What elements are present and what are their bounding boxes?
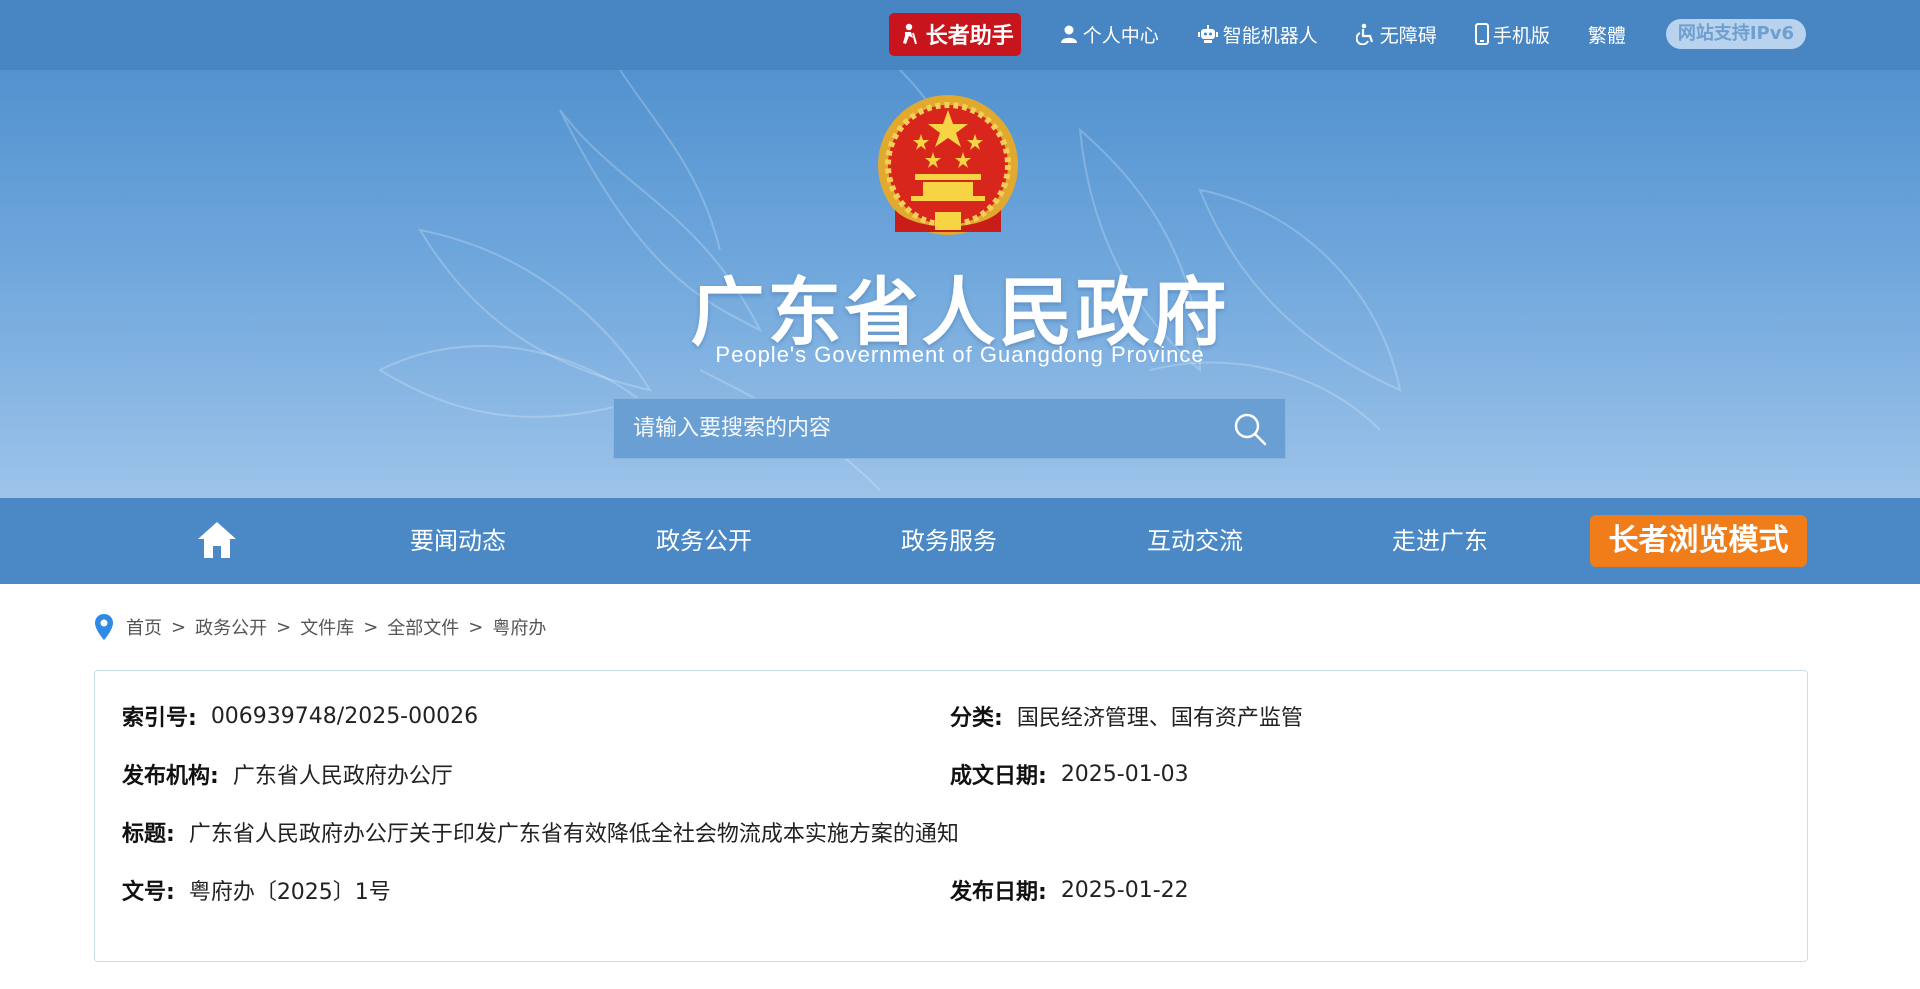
docno-row: 文号: 粤府办〔2025〕1号 bbox=[122, 875, 391, 905]
site-subtitle: People's Government of Guangdong Provinc… bbox=[715, 342, 1205, 367]
published-date-label: 发布日期: bbox=[950, 880, 1047, 905]
index-label: 索引号: bbox=[122, 706, 197, 731]
elder-mode-button[interactable]: 长者浏览模式 bbox=[1590, 515, 1807, 567]
category-label: 分类: bbox=[950, 706, 1003, 731]
breadcrumb-separator: > bbox=[171, 616, 187, 638]
mobile-icon bbox=[1474, 23, 1489, 45]
breadcrumb-all-docs[interactable]: 全部文件 bbox=[387, 614, 459, 640]
nav-item-gov-affairs[interactable]: 政务公开 bbox=[656, 498, 752, 584]
accessibility-label: 无障碍 bbox=[1379, 24, 1437, 47]
search-button[interactable] bbox=[1215, 399, 1285, 458]
index-row: 索引号: 006939748/2025-00026 bbox=[122, 701, 479, 732]
personal-center-link[interactable]: 个人中心 bbox=[1059, 21, 1159, 48]
created-date-value: 2025-01-03 bbox=[1060, 761, 1189, 787]
ipv6-badge: 网站支持IPv6 bbox=[1665, 19, 1806, 49]
mobile-label: 手机版 bbox=[1492, 24, 1550, 47]
doc-title-label: 标题: bbox=[122, 822, 175, 847]
breadcrumb-home[interactable]: 首页 bbox=[126, 614, 162, 640]
created-date-label: 成文日期: bbox=[950, 764, 1047, 789]
robot-icon bbox=[1197, 25, 1218, 43]
search-icon bbox=[1234, 413, 1267, 445]
search-input[interactable] bbox=[614, 399, 1215, 458]
traditional-chinese-link[interactable]: 繁體 bbox=[1588, 21, 1626, 48]
breadcrumb-gov-affairs[interactable]: 政务公开 bbox=[195, 614, 267, 640]
index-value: 006939748/2025-00026 bbox=[210, 703, 479, 729]
category-row: 分类: 国民经济管理、国有资产监管 bbox=[950, 701, 1303, 731]
breadcrumb-separator: > bbox=[276, 616, 292, 638]
accessibility-icon bbox=[1355, 23, 1373, 45]
traditional-chinese-label: 繁體 bbox=[1587, 24, 1626, 47]
home-icon bbox=[198, 522, 236, 558]
top-bar: 长者助手 个人中心 智能机器人 无障碍 手机版 繁體 网站支持IPv6 bbox=[0, 0, 1920, 70]
issuer-value: 广东省人民政府办公厅 bbox=[232, 764, 453, 789]
nav-home[interactable] bbox=[196, 520, 238, 564]
breadcrumb-current[interactable]: 粤府办 bbox=[492, 614, 546, 640]
breadcrumb: 首页 > 政务公开 > 文件库 > 全部文件 > 粤府办 bbox=[94, 612, 546, 642]
accessibility-link[interactable]: 无障碍 bbox=[1355, 21, 1437, 48]
location-pin-icon bbox=[95, 614, 113, 640]
doc-title-value: 广东省人民政府办公厅关于印发广东省有效降低全社会物流成本实施方案的通知 bbox=[188, 822, 959, 847]
search-box bbox=[613, 398, 1286, 459]
elder-helper-icon bbox=[896, 22, 920, 46]
breadcrumb-separator: > bbox=[363, 616, 379, 638]
issuer-row: 发布机构: 广东省人民政府办公厅 bbox=[122, 759, 453, 789]
issuer-label: 发布机构: bbox=[122, 764, 219, 789]
top-bar-links: 长者助手 个人中心 智能机器人 无障碍 手机版 繁體 网站支持IPv6 bbox=[888, 12, 1806, 56]
nav-item-gov-services[interactable]: 政务服务 bbox=[901, 498, 997, 584]
robot-link[interactable]: 智能机器人 bbox=[1197, 21, 1318, 48]
mobile-link[interactable]: 手机版 bbox=[1474, 21, 1550, 48]
docno-value: 粤府办〔2025〕1号 bbox=[188, 880, 391, 905]
published-date-row: 发布日期: 2025-01-22 bbox=[950, 875, 1189, 906]
published-date-value: 2025-01-22 bbox=[1060, 877, 1189, 903]
breadcrumb-separator: > bbox=[468, 616, 484, 638]
main-nav: 要闻动态 政务公开 政务服务 互动交流 走进广东 长者浏览模式 bbox=[0, 498, 1920, 584]
nav-item-about-guangdong[interactable]: 走进广东 bbox=[1392, 498, 1488, 584]
category-value: 国民经济管理、国有资产监管 bbox=[1016, 706, 1303, 731]
nav-item-news[interactable]: 要闻动态 bbox=[410, 498, 506, 584]
title-row: 标题: 广东省人民政府办公厅关于印发广东省有效降低全社会物流成本实施方案的通知 bbox=[122, 817, 959, 847]
breadcrumb-doc-library[interactable]: 文件库 bbox=[300, 614, 354, 640]
elder-helper-button[interactable]: 长者助手 bbox=[888, 12, 1021, 56]
docno-label: 文号: bbox=[122, 880, 175, 905]
user-icon bbox=[1060, 25, 1077, 43]
personal-center-label: 个人中心 bbox=[1082, 24, 1159, 47]
document-info-panel: 索引号: 006939748/2025-00026 分类: 国民经济管理、国有资… bbox=[94, 670, 1808, 962]
header-banner: 广东省人民政府 People's Government of Guangdong… bbox=[0, 70, 1920, 498]
elder-helper-label: 长者助手 bbox=[925, 24, 1014, 49]
nav-item-interaction[interactable]: 互动交流 bbox=[1147, 498, 1243, 584]
robot-label: 智能机器人 bbox=[1222, 24, 1318, 47]
national-emblem bbox=[878, 95, 1018, 235]
created-date-row: 成文日期: 2025-01-03 bbox=[950, 759, 1189, 790]
